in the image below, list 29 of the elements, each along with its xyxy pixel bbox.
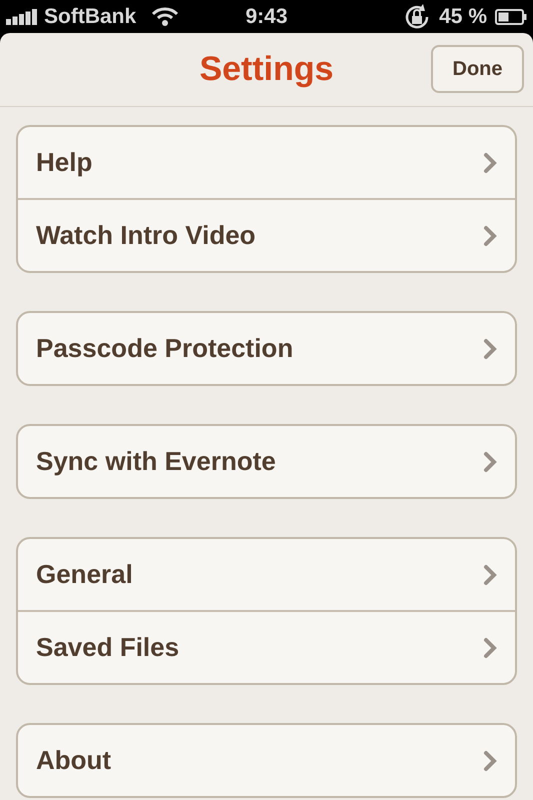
chevron-icon xyxy=(483,636,497,658)
row-label: About xyxy=(36,745,112,776)
signal-icon xyxy=(6,8,38,24)
chevron-icon xyxy=(483,564,497,586)
chevron-icon xyxy=(483,450,497,472)
chevron-icon xyxy=(483,224,497,246)
clock-time: 9:43 xyxy=(245,4,288,28)
row-label: Passcode Protection xyxy=(36,333,294,364)
settings-row[interactable]: Passcode Protection xyxy=(18,313,515,384)
done-button[interactable]: Done xyxy=(431,45,524,93)
chevron-icon xyxy=(483,152,497,174)
settings-row[interactable]: Help xyxy=(18,127,515,198)
chevron-icon xyxy=(483,750,497,772)
row-label: Watch Intro Video xyxy=(36,220,256,251)
row-label: Sync with Evernote xyxy=(36,446,276,477)
settings-row[interactable]: About xyxy=(18,725,515,796)
wifi-icon xyxy=(152,6,178,26)
battery-percent: 45 % xyxy=(439,4,487,28)
chevron-icon xyxy=(483,338,497,360)
settings-row[interactable]: Sync with Evernote xyxy=(18,426,515,497)
carrier-name: SoftBank xyxy=(44,4,136,28)
page-title: Settings xyxy=(199,50,334,89)
row-label: General xyxy=(36,559,133,590)
row-label: Help xyxy=(36,147,92,178)
settings-row[interactable]: Saved Files xyxy=(18,610,515,683)
battery-icon xyxy=(495,8,527,24)
row-label: Saved Files xyxy=(36,632,180,663)
settings-row[interactable]: General xyxy=(18,539,515,610)
settings-row[interactable]: Watch Intro Video xyxy=(18,198,515,271)
